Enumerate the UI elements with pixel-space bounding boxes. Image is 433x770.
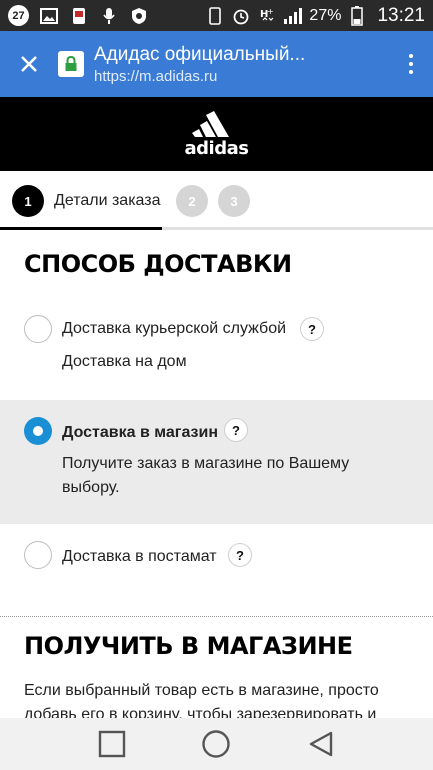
alarm-icon <box>231 7 251 25</box>
address-bar[interactable]: Адидас официальный... https://m.adidas.r… <box>94 44 389 85</box>
page-title: Адидас официальный... <box>94 43 306 65</box>
brand-header: adidas <box>0 97 433 171</box>
steps-progress <box>0 227 162 230</box>
status-bar: 27 H + 27% 13:21 <box>0 0 433 31</box>
mic-icon <box>99 7 119 25</box>
radio-courier[interactable] <box>24 315 52 343</box>
help-icon[interactable]: ? <box>224 418 248 442</box>
step-label: Детали заказа <box>54 192 161 209</box>
step-1[interactable]: 1 Детали заказа <box>12 185 161 217</box>
hplus-icon: H + <box>257 7 277 25</box>
clock: 13:21 <box>377 4 425 26</box>
page-url: https://m.adidas.ru <box>94 67 218 85</box>
store-pickup-title: ПОЛУЧИТЬ В МАГАЗИНЕ <box>24 632 353 660</box>
option-label: Доставка в магазин <box>62 424 218 441</box>
notification-count-badge: 27 <box>8 5 29 26</box>
step-number: 3 <box>218 185 250 217</box>
overflow-menu-icon[interactable] <box>389 54 433 74</box>
shield-icon <box>129 7 149 25</box>
browser-toolbar: Адидас официальный... https://m.adidas.r… <box>0 31 433 97</box>
home-icon[interactable] <box>196 724 236 764</box>
delivery-option-store[interactable]: Доставка в магазин ? Получите заказ в ма… <box>0 400 433 524</box>
help-icon[interactable]: ? <box>300 317 324 341</box>
brand-logo-text: adidas <box>184 138 249 159</box>
phone-icon <box>205 6 225 25</box>
step-number: 2 <box>176 185 208 217</box>
svg-text:+: + <box>267 7 274 16</box>
delivery-option-courier[interactable]: Доставка курьерской службой ? Доставка н… <box>0 300 433 398</box>
step-2[interactable]: 2 <box>176 185 208 217</box>
option-description: Получите заказ в магазине по Вашему выбо… <box>62 455 350 496</box>
option-description: Доставка на дом <box>62 353 187 370</box>
step-number: 1 <box>12 185 44 217</box>
recent-apps-icon[interactable] <box>92 724 132 764</box>
lock-icon[interactable] <box>58 51 84 77</box>
delivery-section-title: СПОСОБ ДОСТАВКИ <box>24 250 292 278</box>
help-icon[interactable]: ? <box>228 543 252 567</box>
step-3[interactable]: 3 <box>218 185 250 217</box>
checkout-steps: 1 Детали заказа 2 3 <box>0 171 433 231</box>
adidas-logo[interactable]: adidas <box>185 109 249 159</box>
navigation-bar <box>0 718 433 770</box>
battery-percent: 27% <box>309 6 342 24</box>
signal-icon <box>283 7 303 25</box>
section-divider <box>0 616 433 617</box>
option-label: Доставка курьерской службой <box>62 320 287 337</box>
close-icon[interactable] <box>0 31 58 97</box>
image-icon <box>39 7 59 25</box>
radio-store[interactable] <box>24 417 52 445</box>
back-icon[interactable] <box>301 724 341 764</box>
radio-postamat[interactable] <box>24 541 52 569</box>
option-label: Доставка в постамат <box>62 548 217 565</box>
delivery-option-postamat[interactable]: Доставка в постамат ? <box>0 526 433 586</box>
app-icon <box>69 7 89 25</box>
battery-icon <box>347 5 367 26</box>
